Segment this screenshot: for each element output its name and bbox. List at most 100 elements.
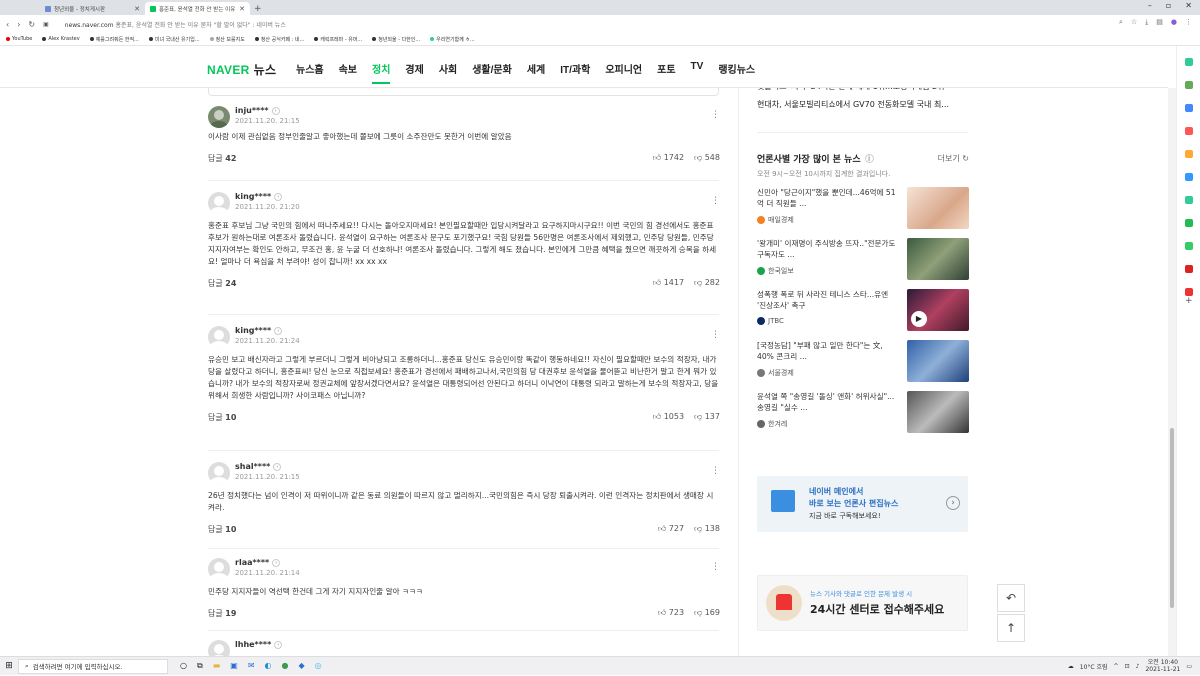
scrollbar-thumb[interactable]	[1170, 428, 1174, 608]
ranking-item[interactable]: '왕개미' 이재명이 주식방송 뜨자.."전문가도 구독자도 ... 한국일보	[757, 238, 969, 282]
file-explorer-icon[interactable]: ▬	[213, 661, 221, 671]
tray-chevron-icon[interactable]: ^	[1114, 663, 1119, 670]
tab-0[interactable]: 청년외울 - 정치게시판 ✕	[40, 2, 145, 15]
rail-app-icon[interactable]	[1185, 288, 1193, 296]
chevron-right-icon[interactable]: ›	[946, 496, 960, 510]
mail-icon[interactable]: ✉	[248, 661, 255, 671]
comment-user[interactable]: king**** ›	[235, 326, 300, 335]
menu-item-home[interactable]: 뉴스홈	[296, 61, 324, 84]
menu-item-politics[interactable]: 정치	[372, 61, 391, 84]
back-arrow-button[interactable]: ↶	[997, 584, 1025, 612]
scroll-top-button[interactable]: ↑	[997, 614, 1025, 642]
reload-icon[interactable]: ↻	[28, 20, 35, 29]
weather-text[interactable]: 10°C 흐림	[1080, 662, 1108, 671]
dislike-button[interactable]: 👎︎ 169	[694, 608, 720, 619]
bookmark[interactable]: 예를그려줘든 한적...	[89, 36, 139, 43]
rail-app-icon[interactable]	[1185, 219, 1193, 227]
rail-app-icon[interactable]	[1185, 81, 1193, 89]
profile-icon[interactable]: ●	[1171, 18, 1177, 27]
like-button[interactable]: 👍︎ 723	[658, 608, 684, 619]
volume-icon[interactable]: ♪	[1136, 663, 1140, 670]
bookmark[interactable]: YouTube	[6, 36, 32, 42]
more-options-icon[interactable]: ⋮	[711, 110, 720, 120]
rail-app-icon[interactable]	[1185, 265, 1193, 273]
app-icon[interactable]: ◎	[315, 661, 322, 671]
menu-item-tv[interactable]: TV	[691, 61, 704, 84]
ranking-item[interactable]: 신민아 "당근이지"했을 뿐인데...46억에 51억 더 직원들 ... 매일…	[757, 187, 969, 231]
avatar[interactable]	[208, 106, 230, 128]
dislike-button[interactable]: 👎︎ 548	[694, 153, 720, 164]
more-options-icon[interactable]: ⋮	[711, 196, 720, 206]
bookmark[interactable]: 청산 보를지도	[209, 36, 245, 43]
rail-app-icon[interactable]	[1185, 58, 1193, 66]
ranking-item[interactable]: [국정농담] "부패 않고 일만 한다"는 文, 40% 콘크리 ... 서울경…	[757, 340, 969, 384]
comment-user[interactable]: shal**** ›	[235, 462, 300, 471]
star-icon[interactable]: ☆	[1131, 18, 1137, 27]
comment-user[interactable]: rlaa**** ›	[235, 558, 300, 567]
ranking-item[interactable]: 윤석열 쪽 "송영길 '돌싱' 앤화' 허위사실"...송영길 "실수 ... …	[757, 391, 969, 435]
menu-item-it[interactable]: IT/과학	[560, 61, 590, 84]
download-icon[interactable]: ⤓	[1145, 18, 1148, 27]
bookmark[interactable]: 우리연기함께 ㅎ...	[430, 36, 475, 43]
comment-user[interactable]: lhhe**** ›	[235, 640, 283, 649]
rail-app-icon[interactable]	[1185, 150, 1193, 158]
edge-icon[interactable]: ◐	[265, 661, 272, 671]
sidebar-news-link[interactable]: 현대차, 서울모빌리티쇼에서 GV70 전동화모델 국내 최...	[757, 96, 969, 114]
tab-1[interactable]: 홍준표, 윤석열 전화 안 받는 이유 ✕	[145, 2, 250, 15]
scrollbar[interactable]	[1168, 88, 1176, 656]
weather-icon[interactable]: ☁	[1068, 663, 1074, 670]
comment-user[interactable]: inju**** ›	[235, 106, 300, 115]
store-icon[interactable]: ▣	[230, 661, 238, 671]
rail-app-icon[interactable]	[1185, 127, 1193, 135]
cortana-icon[interactable]: ○	[180, 661, 187, 671]
rail-app-icon[interactable]	[1185, 173, 1193, 181]
taskbar-search[interactable]: ⌕ 검색하려면 여기에 입력하십시오.	[18, 658, 168, 674]
more-options-icon[interactable]: ⋮	[711, 330, 720, 340]
avatar[interactable]	[208, 640, 230, 656]
bookmark[interactable]: 청산 공식카페 : 네...	[254, 36, 304, 43]
info-icon[interactable]: i	[864, 154, 874, 163]
menu-item-life[interactable]: 생활/문화	[472, 61, 512, 84]
menu-item-opinion[interactable]: 오피니언	[605, 61, 642, 84]
reply-button[interactable]: 답글 19	[208, 608, 236, 619]
menu-item-photo[interactable]: 포토	[657, 61, 675, 84]
sidebar-news-link[interactable]: 넷플릭스 '지옥' 24시간 만에 세계 1위...오징어게임 2위	[757, 88, 969, 96]
new-tab-button[interactable]: +	[254, 4, 262, 14]
naver-logo[interactable]: NAVER 뉴스	[207, 61, 276, 78]
dislike-button[interactable]: 👎︎ 137	[694, 412, 720, 423]
comment-user[interactable]: king**** ›	[235, 192, 300, 201]
tab-close-icon[interactable]: ✕	[239, 5, 245, 13]
reply-button[interactable]: 답글 42	[208, 153, 236, 164]
chrome-icon[interactable]: ●	[282, 661, 289, 671]
like-button[interactable]: 👍︎ 1417	[653, 278, 684, 289]
more-options-icon[interactable]: ⋮	[711, 562, 720, 572]
dislike-button[interactable]: 👎︎ 282	[694, 278, 720, 289]
like-button[interactable]: 👍︎ 727	[658, 524, 684, 535]
minimize-icon[interactable]: –	[1148, 1, 1152, 10]
close-window-icon[interactable]: ✕	[1185, 1, 1192, 10]
like-button[interactable]: 👍︎ 1053	[653, 412, 684, 423]
more-button[interactable]: 더보기 ↻	[938, 153, 969, 164]
avatar[interactable]	[208, 462, 230, 484]
dislike-button[interactable]: 👎︎ 138	[694, 524, 720, 535]
like-button[interactable]: 👍︎ 1742	[653, 153, 684, 164]
avatar[interactable]	[208, 558, 230, 580]
extensions-icon[interactable]: ▤	[1156, 18, 1163, 27]
menu-item-society[interactable]: 사회	[439, 61, 457, 84]
add-icon[interactable]: +	[1185, 296, 1193, 306]
menu-item-breaking[interactable]: 속보	[339, 61, 357, 84]
ranking-item[interactable]: 성폭행 폭로 뒤 사라진 테니스 스타...유엔 '진상조사' 촉구 JTBC …	[757, 289, 969, 333]
more-options-icon[interactable]: ⋮	[711, 466, 720, 476]
play-icon[interactable]: ▶	[911, 311, 927, 327]
avatar[interactable]	[208, 192, 230, 214]
avatar[interactable]	[208, 326, 230, 348]
subscribe-banner[interactable]: 네이버 메인에서 바로 보는 언론사 편집뉴스 지금 바로 구독해보세요! ›	[757, 476, 968, 532]
task-view-icon[interactable]: ⧉	[197, 661, 203, 671]
zoom-icon[interactable]: ⌕	[1119, 18, 1123, 27]
menu-item-world[interactable]: 세계	[527, 61, 545, 84]
rail-app-icon[interactable]	[1185, 196, 1193, 204]
rail-app-icon[interactable]	[1185, 104, 1193, 112]
forward-icon[interactable]: ›	[17, 20, 20, 29]
back-icon[interactable]: ‹	[6, 20, 9, 29]
whale-browser-icon[interactable]: ◆	[299, 661, 305, 671]
